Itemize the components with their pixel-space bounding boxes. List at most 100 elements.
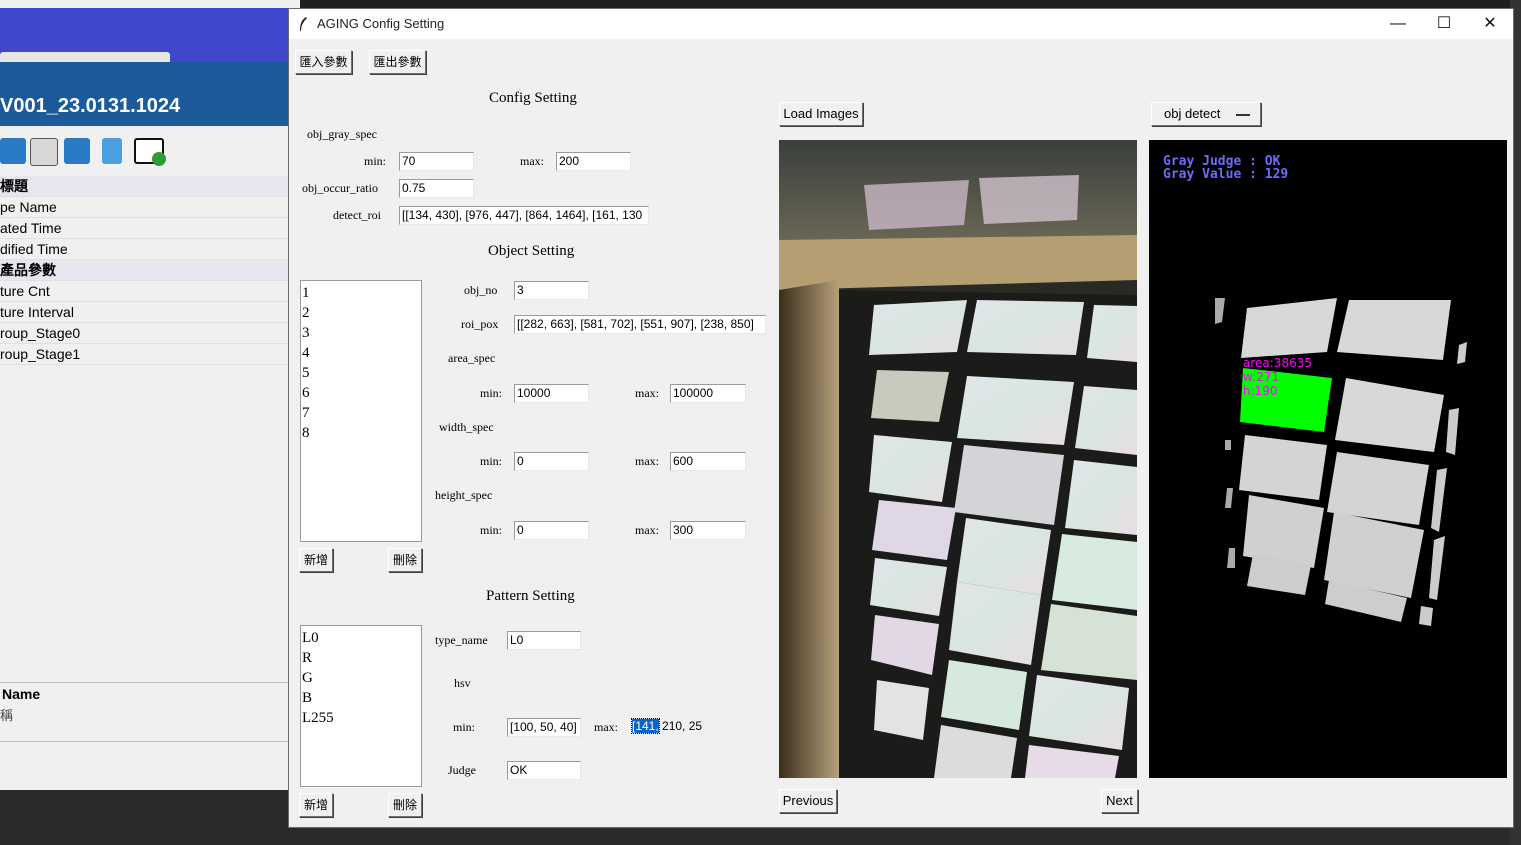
- property-row[interactable]: ture Cnt: [0, 281, 290, 302]
- property-row[interactable]: 產品參數: [0, 260, 290, 281]
- height-max-input[interactable]: 300: [670, 521, 746, 540]
- obj-no-label: obj_no: [464, 283, 498, 297]
- roi-pox-input[interactable]: [[282, 663], [581, 702], [551, 907], [23…: [514, 315, 766, 334]
- gray-max-input[interactable]: 200: [556, 152, 631, 171]
- hsv-label: hsv: [454, 676, 471, 690]
- type-name-input[interactable]: L0: [507, 631, 581, 650]
- pattern-list-item[interactable]: R: [302, 648, 421, 668]
- add-pattern-button[interactable]: 新增: [299, 793, 333, 817]
- property-row[interactable]: pe Name: [0, 197, 290, 218]
- version-title: V001_23.0131.1024: [0, 86, 300, 126]
- judge-label: Judge: [448, 763, 476, 777]
- gray-value-text: Gray Value : 129: [1163, 167, 1288, 182]
- object-listbox[interactable]: 12345678: [300, 280, 422, 542]
- gray-min-input[interactable]: 70: [399, 152, 474, 171]
- property-row[interactable]: ture Interval: [0, 302, 290, 323]
- width-max-input[interactable]: 600: [670, 452, 746, 471]
- hsv-max-label: max:: [594, 720, 618, 734]
- save-as-icon[interactable]: [64, 138, 90, 164]
- load-images-button[interactable]: Load Images: [779, 102, 863, 126]
- object-list-item[interactable]: 3: [302, 323, 421, 343]
- background-app-header: [0, 8, 300, 50]
- import-params-button[interactable]: 匯入參數: [295, 50, 352, 74]
- obj-no-input[interactable]: 3: [514, 281, 589, 300]
- pattern-list-item[interactable]: L0: [302, 628, 421, 648]
- object-list-item[interactable]: 6: [302, 383, 421, 403]
- previous-button[interactable]: Previous: [779, 789, 837, 813]
- property-list: 標題 pe Name ated Time dified Time 產品參數 ture Cn…: [0, 176, 290, 365]
- property-row[interactable]: roup_Stage1: [0, 344, 290, 365]
- object-list-item[interactable]: 7: [302, 403, 421, 423]
- delete-pattern-button[interactable]: 刪除: [388, 793, 422, 817]
- close-button[interactable]: ✕: [1467, 9, 1513, 39]
- height-spec-label: height_spec: [435, 488, 493, 502]
- height-min-label: min:: [480, 523, 503, 537]
- area-min-label: min:: [480, 386, 503, 400]
- area-min-input[interactable]: 10000: [514, 384, 589, 403]
- property-row[interactable]: ated Time: [0, 218, 290, 239]
- object-list-item[interactable]: 1: [302, 283, 421, 303]
- object-list-item[interactable]: 2: [302, 303, 421, 323]
- object-list-item[interactable]: 8: [302, 423, 421, 443]
- background-ribbon: [0, 62, 300, 86]
- hsv-max-selection: [141,: [631, 718, 660, 734]
- maximize-button[interactable]: ☐: [1421, 9, 1467, 39]
- object-setting-header: Object Setting: [488, 243, 575, 259]
- export-params-button[interactable]: 匯出參數: [369, 50, 426, 74]
- config-setting-header: Config Setting: [489, 90, 577, 106]
- roi-pox-label: roi_pox: [461, 317, 499, 331]
- object-list-item[interactable]: 4: [302, 343, 421, 363]
- width-min-input[interactable]: 0: [514, 452, 589, 471]
- object-list-item[interactable]: 5: [302, 363, 421, 383]
- width-annotation: w:271: [1243, 370, 1279, 384]
- width-spec-label: width_spec: [439, 420, 494, 434]
- hsv-max-input[interactable]: [141, 210, 25: [630, 718, 704, 737]
- background-dark-area: [0, 790, 290, 845]
- obj-occur-ratio-input[interactable]: 0.75: [399, 179, 474, 198]
- delete-file-icon[interactable]: [102, 138, 122, 164]
- add-object-button[interactable]: 新增: [299, 548, 333, 572]
- description-title: Name: [2, 686, 41, 702]
- aging-config-dialog: AGING Config Setting — ☐ ✕ 匯入參數 匯出參數 Con…: [288, 8, 1514, 828]
- mode-select-value: obj detect: [1164, 106, 1221, 121]
- source-photo: [779, 140, 1137, 778]
- detect-roi-input[interactable]: [[134, 430], [976, 447], [864, 1464], [1…: [399, 206, 649, 225]
- save-icon[interactable]: [0, 138, 26, 164]
- feather-icon: [300, 17, 307, 31]
- hsv-max-rest: 210, 25: [658, 719, 703, 733]
- height-max-label: max:: [635, 523, 659, 537]
- mode-select[interactable]: obj detect: [1151, 102, 1261, 126]
- height-annotation: h:190: [1243, 384, 1278, 398]
- width-max-label: max:: [635, 454, 659, 468]
- pattern-listbox[interactable]: L0 R G B L255: [300, 625, 422, 787]
- area-max-input[interactable]: 100000: [670, 384, 746, 403]
- judge-input[interactable]: OK: [507, 761, 581, 780]
- property-row[interactable]: 標題: [0, 176, 290, 197]
- hsv-min-input[interactable]: [100, 50, 40]: [507, 718, 581, 737]
- description-text: 稱: [0, 708, 14, 723]
- minimize-button[interactable]: —: [1375, 9, 1421, 39]
- height-min-input[interactable]: 0: [514, 521, 589, 540]
- window-title: AGING Config Setting: [317, 16, 445, 31]
- delete-object-button[interactable]: 刪除: [388, 548, 422, 572]
- pattern-list-item[interactable]: L255: [302, 708, 421, 728]
- obj-occur-ratio-label: obj_occur_ratio: [302, 181, 378, 195]
- hsv-min-label: min:: [453, 720, 476, 734]
- property-description: Name 稱: [0, 682, 290, 742]
- area-max-label: max:: [635, 386, 659, 400]
- background-toolbar: [0, 134, 300, 174]
- pattern-list-item[interactable]: G: [302, 668, 421, 688]
- export-icon[interactable]: [30, 138, 58, 166]
- type-name-label: type_name: [435, 633, 488, 647]
- detection-result-image: Gray Judge : OK Gray Value : 129 area:38…: [1149, 140, 1507, 778]
- background-tab[interactable]: [0, 52, 170, 62]
- width-min-label: min:: [480, 454, 503, 468]
- pattern-list-item[interactable]: B: [302, 688, 421, 708]
- dropdown-indicator-icon: [1236, 114, 1250, 116]
- gray-min-label: min:: [364, 154, 387, 168]
- property-row[interactable]: dified Time: [0, 239, 290, 260]
- next-button[interactable]: Next: [1101, 789, 1138, 813]
- property-row[interactable]: roup_Stage0: [0, 323, 290, 344]
- pattern-setting-header: Pattern Setting: [486, 588, 575, 604]
- image-check-icon[interactable]: [134, 138, 166, 166]
